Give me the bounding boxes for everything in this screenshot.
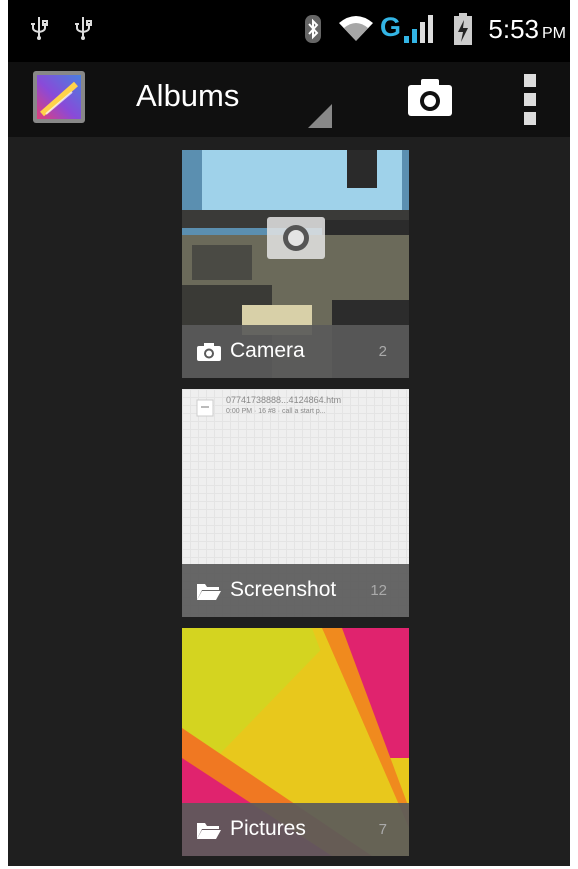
action-bar: Albums <box>8 62 570 137</box>
camera-icon[interactable] <box>406 76 454 118</box>
album-label-bar: Pictures 7 <box>182 803 409 856</box>
gallery-screen: G 5:53 PM Albums Camera 2 07741738888...… <box>8 0 570 866</box>
album-count: 7 <box>378 821 387 838</box>
clock-ampm: PM <box>542 25 566 42</box>
album-screenshot[interactable]: 07741738888...4124864.htm 0:00 PM · 16 #… <box>182 389 409 617</box>
file-icon <box>196 399 214 417</box>
folder-icon <box>197 823 221 839</box>
album-count: 12 <box>370 582 387 599</box>
camera-icon <box>197 343 221 361</box>
screenshot-preview-text: 07741738888...4124864.htm 0:00 PM · 16 #… <box>226 395 341 417</box>
album-name: Screenshot <box>230 578 337 601</box>
preview-line: 0:00 PM · 16 #8 · call a start p... <box>226 408 326 415</box>
gallery-icon[interactable] <box>32 70 86 124</box>
album-name: Pictures <box>230 817 306 840</box>
status-bar: G 5:53 PM <box>8 0 570 62</box>
album-pictures[interactable]: Pictures 7 <box>182 628 409 856</box>
clock: 5:53 PM <box>488 14 566 45</box>
bluetooth-icon <box>305 15 321 43</box>
battery-icon <box>454 13 472 45</box>
network-type-label: G <box>380 12 402 42</box>
album-count: 2 <box>378 343 387 360</box>
signal-icon <box>404 15 433 43</box>
album-camera[interactable]: Camera 2 <box>182 150 409 378</box>
clock-time: 5:53 <box>488 14 539 44</box>
wifi-icon <box>339 16 373 41</box>
usb-icon <box>75 17 92 40</box>
preview-line: 07741738888...4124864.htm <box>226 395 342 405</box>
album-name: Camera <box>230 339 305 362</box>
page-title[interactable]: Albums <box>136 78 239 114</box>
overflow-menu-icon[interactable] <box>520 72 540 128</box>
folder-icon <box>197 584 221 600</box>
album-label-bar: Screenshot 12 <box>182 564 409 617</box>
album-label-bar: Camera 2 <box>182 325 409 378</box>
dropdown-triangle-icon[interactable] <box>308 104 332 128</box>
usb-icon <box>31 17 48 40</box>
